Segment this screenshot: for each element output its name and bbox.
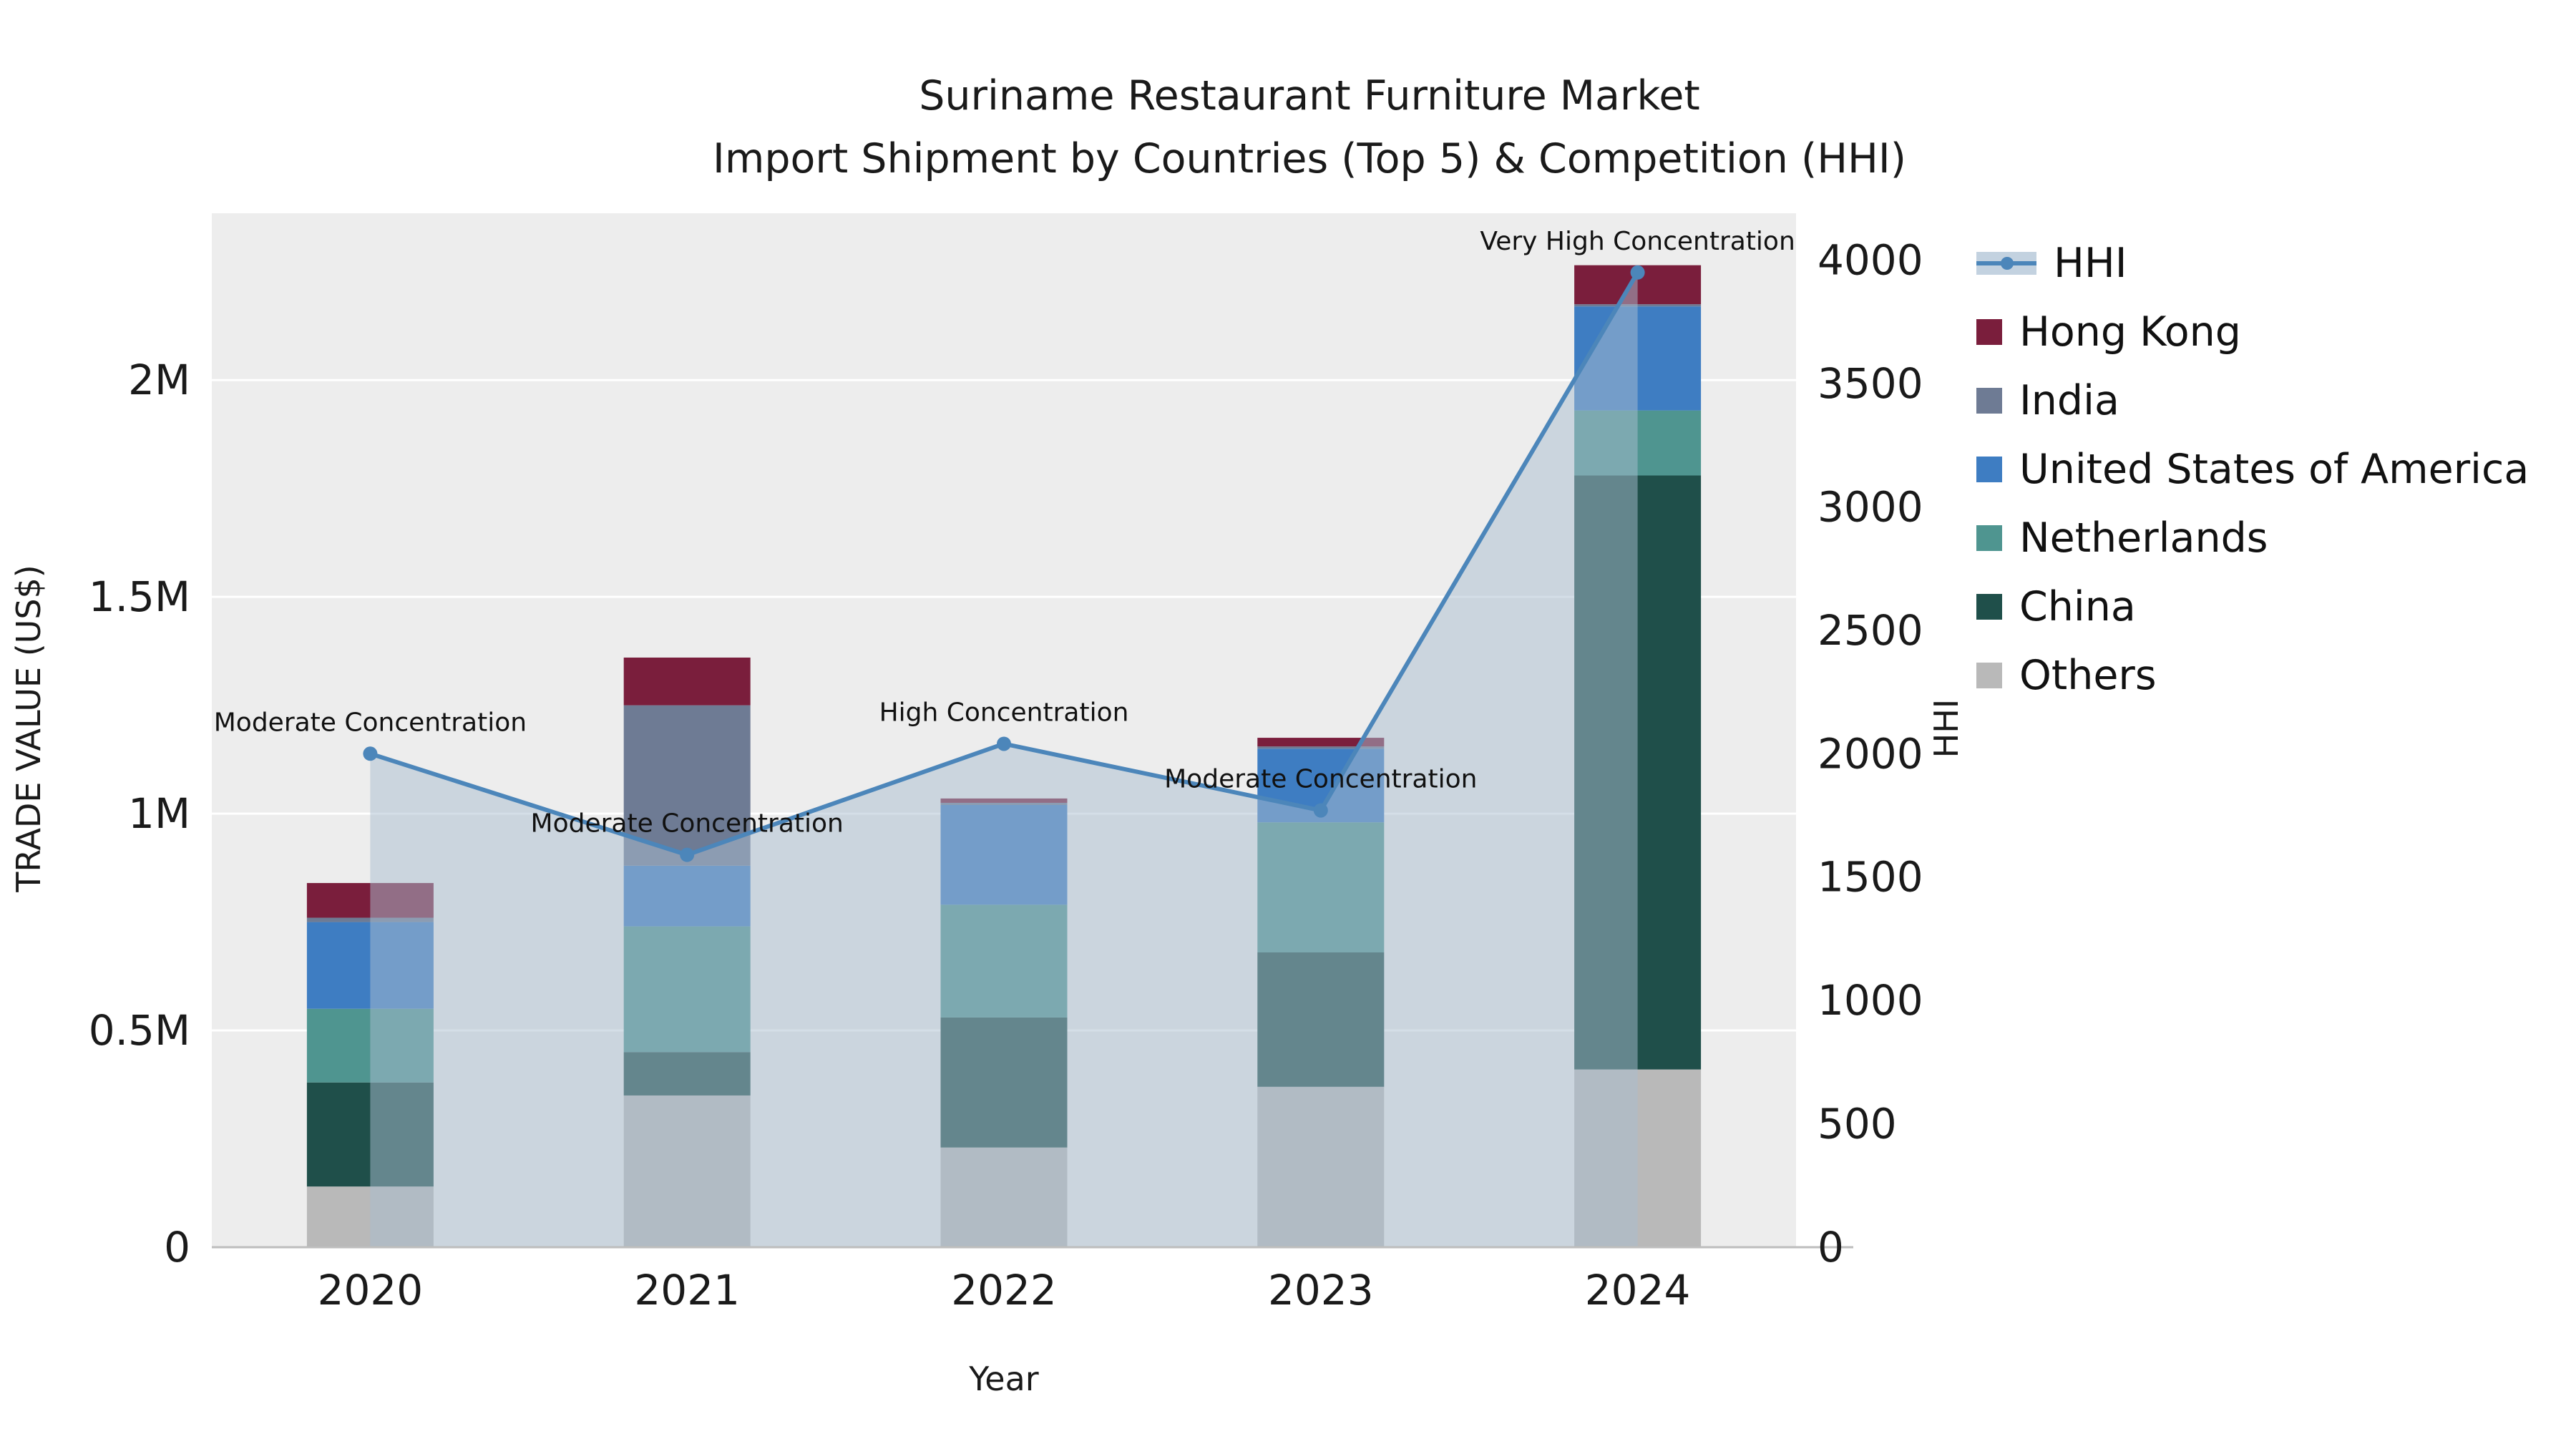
hhi-marker-2020 bbox=[363, 746, 378, 761]
annotation-2023: Moderate Concentration bbox=[1164, 765, 1477, 794]
hhi-marker-2022 bbox=[997, 736, 1011, 751]
legend-item-india: India bbox=[1976, 366, 2529, 435]
legend-label: United States of America bbox=[2019, 446, 2529, 493]
legend-square-swatch-icon bbox=[1976, 594, 2002, 620]
annotation-2024: Very High Concentration bbox=[1480, 227, 1795, 256]
y-left-tick-2m: 2M bbox=[128, 356, 190, 404]
x-tick-2022: 2022 bbox=[951, 1266, 1057, 1314]
y-left-tick-0: 0 bbox=[164, 1223, 190, 1272]
y-right-tick-4000: 4000 bbox=[1818, 236, 1923, 285]
x-tick-2020: 2020 bbox=[318, 1266, 424, 1314]
x-tick-2023: 2023 bbox=[1268, 1266, 1374, 1314]
x-tick-2021: 2021 bbox=[634, 1266, 740, 1314]
y-right-tick-1500: 1500 bbox=[1818, 853, 1923, 902]
legend-square-swatch-icon bbox=[1976, 457, 2002, 482]
annotation-2020: Moderate Concentration bbox=[214, 708, 527, 737]
annotation-2021: Moderate Concentration bbox=[531, 809, 844, 839]
y-right-tick-0: 0 bbox=[1818, 1223, 1844, 1272]
legend-label: Hong Kong bbox=[2019, 308, 2241, 356]
hhi-marker-2021 bbox=[680, 847, 695, 862]
y-axis-right-title: HHI bbox=[1927, 698, 1966, 758]
legend-line-swatch-icon bbox=[1976, 250, 2036, 276]
legend-label: China bbox=[2019, 583, 2136, 630]
legend-label: Others bbox=[2019, 652, 2157, 699]
annotation-2022: High Concentration bbox=[879, 698, 1129, 727]
y-left-tick-1m: 1M bbox=[128, 789, 190, 838]
y-axis-left-title: TRADE VALUE (US$) bbox=[9, 565, 48, 892]
y-right-tick-1000: 1000 bbox=[1818, 976, 1923, 1025]
y-right-tick-3000: 3000 bbox=[1818, 482, 1923, 531]
y-left-tick-1-5m: 1.5M bbox=[89, 572, 190, 621]
legend-label: Netherlands bbox=[2019, 514, 2268, 562]
y-right-tick-500: 500 bbox=[1818, 1100, 1897, 1148]
legend-square-swatch-icon bbox=[1976, 388, 2002, 414]
y-right-tick-2500: 2500 bbox=[1818, 606, 1923, 655]
hhi-marker-2023 bbox=[1313, 803, 1328, 818]
legend-item-china: China bbox=[1976, 572, 2529, 641]
legend-item-united-states-of-america: United States of America bbox=[1976, 435, 2529, 504]
x-axis-title: Year bbox=[969, 1360, 1039, 1398]
y-right-tick-3500: 3500 bbox=[1818, 359, 1923, 408]
legend-item-hhi: HHI bbox=[1976, 229, 2529, 298]
legend-item-netherlands: Netherlands bbox=[1976, 504, 2529, 572]
hhi-marker-2024 bbox=[1630, 265, 1645, 280]
x-tick-2024: 2024 bbox=[1585, 1266, 1691, 1314]
legend-item-others: Others bbox=[1976, 641, 2529, 710]
chart-svg: Moderate Concentration Moderate Concentra… bbox=[89, 213, 1923, 1314]
legend-square-swatch-icon bbox=[1976, 525, 2002, 551]
bar-segment-hong-kong-2021 bbox=[623, 657, 751, 706]
legend-label: HHI bbox=[2054, 240, 2127, 287]
y-right-tick-2000: 2000 bbox=[1818, 729, 1923, 778]
y-left-tick-0-5m: 0.5M bbox=[89, 1006, 190, 1055]
legend-label: India bbox=[2019, 377, 2119, 424]
legend: HHI Hong Kong India United States of Americ… bbox=[1976, 229, 2529, 710]
legend-square-swatch-icon bbox=[1976, 319, 2002, 345]
legend-square-swatch-icon bbox=[1976, 663, 2002, 688]
chart-figure: Suriname Restaurant Furniture Market Imp… bbox=[0, 0, 2576, 1449]
legend-item-hong-kong: Hong Kong bbox=[1976, 298, 2529, 366]
